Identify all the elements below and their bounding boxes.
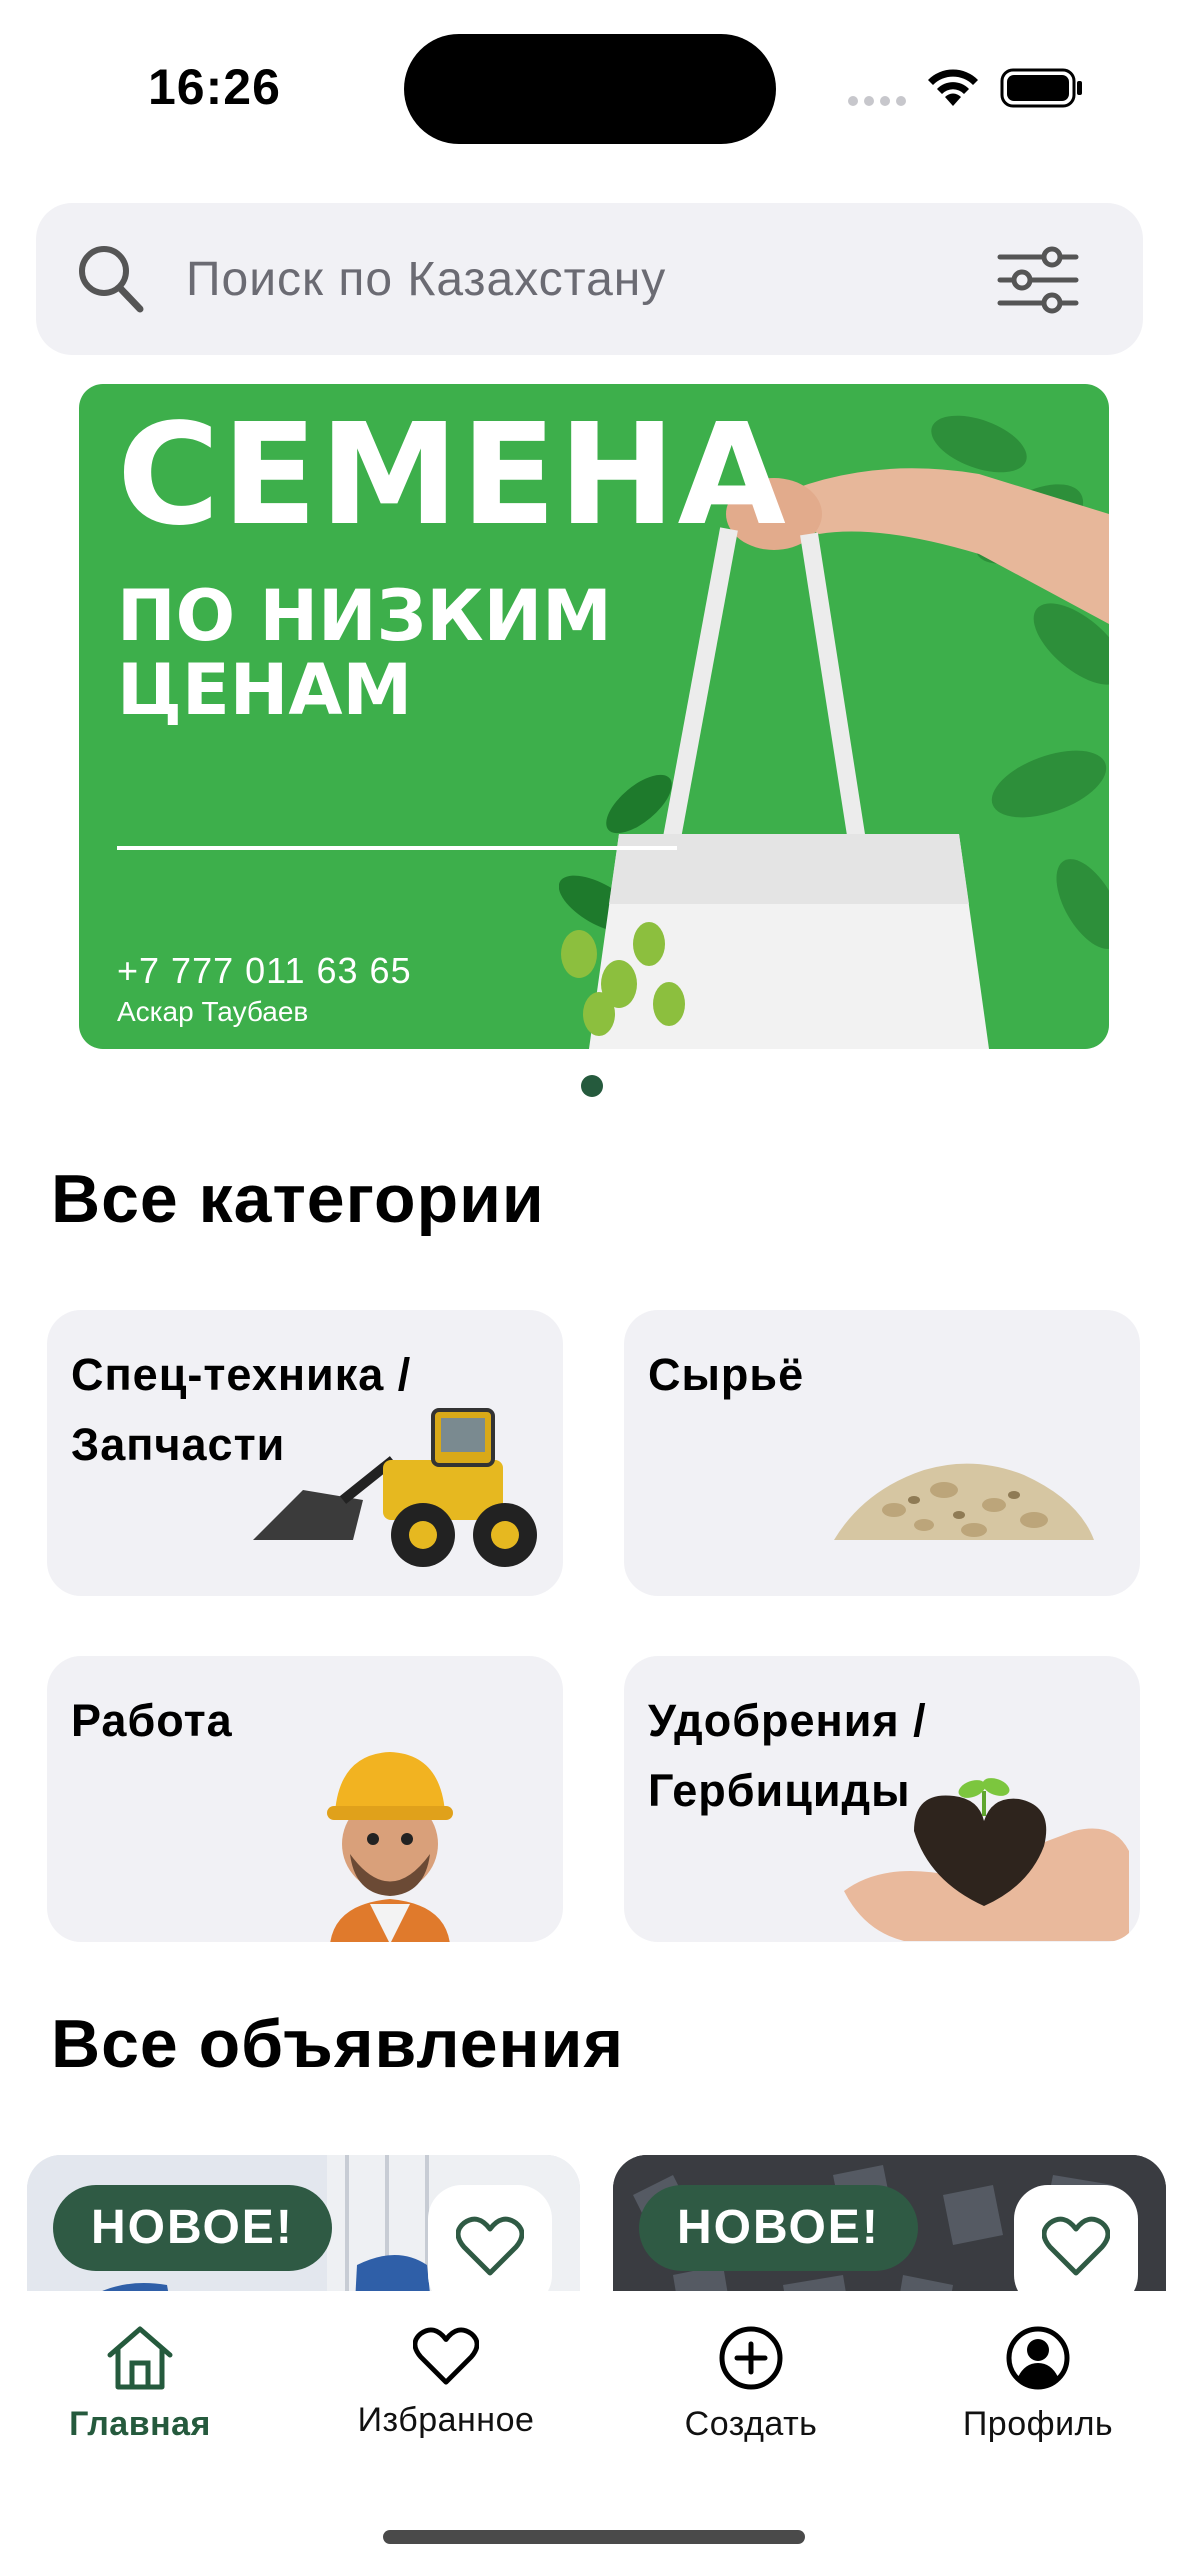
- listings-title: Все объявления: [51, 2006, 625, 2082]
- search-bar[interactable]: [36, 203, 1143, 355]
- category-label: Спец-техника / Запчасти: [71, 1349, 412, 1470]
- banner-phone: +7 777 011 63 65: [117, 950, 412, 991]
- tab-home[interactable]: Главная: [30, 2325, 250, 2444]
- cellular-signal-icon: [848, 96, 908, 106]
- category-label: Сырьё: [648, 1349, 805, 1400]
- tab-bar: Главная Избранное Создать Профиль: [0, 2291, 1179, 2556]
- status-time: 16:26: [148, 59, 281, 115]
- heart-icon: [456, 2216, 524, 2276]
- category-label: Работа: [71, 1695, 233, 1746]
- raw-material-icon: [834, 1463, 1094, 1540]
- search-icon: [79, 246, 144, 313]
- worker-icon: [327, 1752, 453, 1942]
- category-card-jobs[interactable]: Работа: [47, 1656, 563, 1942]
- heart-icon: [413, 2327, 479, 2385]
- tab-label: Создать: [684, 2405, 818, 2443]
- battery-icon: [1000, 68, 1082, 108]
- home-indicator[interactable]: [383, 2530, 805, 2544]
- profile-icon: [1006, 2326, 1070, 2390]
- search-input[interactable]: [186, 243, 986, 315]
- dynamic-island: [404, 34, 776, 144]
- status-bar: 16:26: [0, 0, 1179, 170]
- home-icon: [107, 2326, 173, 2390]
- category-label: Удобрения / Гербициды: [648, 1695, 927, 1816]
- category-card-fertilizers[interactable]: Удобрения / Гербициды: [624, 1656, 1140, 1942]
- categories-title: Все категории: [51, 1161, 545, 1237]
- banner-title: СЕМЕНА: [117, 394, 788, 557]
- category-card-special-equipment[interactable]: Спец-техника / Запчасти: [47, 1310, 563, 1596]
- new-badge: НОВОЕ!: [639, 2185, 918, 2271]
- new-badge: НОВОЕ!: [53, 2185, 332, 2271]
- tab-label: Главная: [69, 2405, 211, 2443]
- tab-favorites[interactable]: Избранное: [336, 2325, 556, 2440]
- promo-banner[interactable]: СЕМЕНА ПО НИЗКИМ ЦЕНАМ +7 777 011 63 65 …: [79, 384, 1109, 1049]
- banner-subtitle: ПО НИЗКИМ ЦЕНАМ: [117, 575, 612, 731]
- carousel-page-indicator[interactable]: [581, 1075, 603, 1097]
- wifi-icon: [928, 69, 978, 106]
- tab-profile[interactable]: Профиль: [928, 2325, 1148, 2444]
- filter-icon[interactable]: [996, 245, 1080, 315]
- category-card-raw-materials[interactable]: Сырьё: [624, 1310, 1140, 1596]
- favorite-button[interactable]: [1014, 2185, 1138, 2309]
- banner-divider: [117, 846, 677, 850]
- favorite-button[interactable]: [428, 2185, 552, 2309]
- banner-contact-name: Аскар Таубаев: [117, 996, 309, 1027]
- plus-circle-icon: [719, 2326, 783, 2390]
- heart-icon: [1042, 2216, 1110, 2276]
- tab-label: Избранное: [357, 2401, 535, 2439]
- tab-label: Профиль: [962, 2405, 1114, 2443]
- tab-create[interactable]: Создать: [641, 2325, 861, 2444]
